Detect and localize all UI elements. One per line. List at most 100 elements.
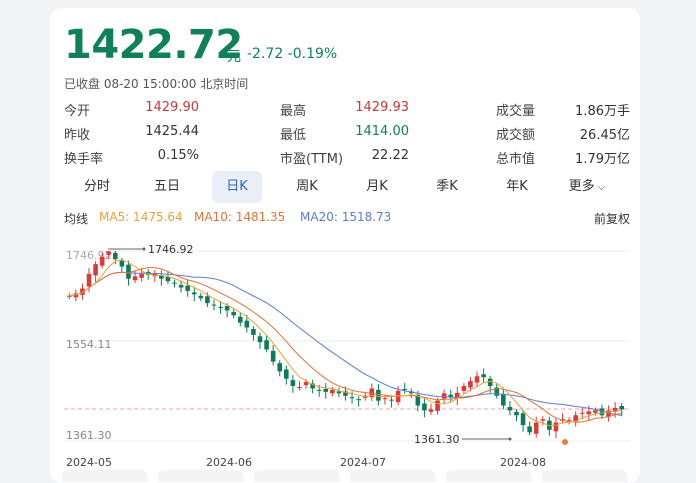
candle-body[interactable] bbox=[172, 282, 177, 284]
stat-label: 市盈(TTM) bbox=[280, 152, 344, 167]
tab-period[interactable]: 季K bbox=[422, 171, 472, 203]
candle-body[interactable] bbox=[185, 285, 190, 291]
stat-value: 1429.93 bbox=[355, 100, 409, 115]
candle-body[interactable] bbox=[106, 251, 112, 255]
period-tabs: 分时 五日 日K 周K 月K 季K 年K 更多 ⌵ bbox=[64, 171, 630, 205]
bottom-tab[interactable] bbox=[350, 470, 436, 482]
candle-body[interactable] bbox=[461, 386, 467, 391]
candle-body[interactable] bbox=[448, 394, 454, 397]
price-change: -2.72 -0.19% bbox=[247, 46, 337, 62]
bottom-tab[interactable] bbox=[158, 470, 244, 482]
stats-row: 昨收 1425.44 最低 1414.00 成交额 26.45亿 bbox=[64, 124, 630, 143]
candle-body[interactable] bbox=[277, 363, 283, 372]
tab-period[interactable]: 分时 bbox=[72, 171, 122, 203]
bottom-tab[interactable] bbox=[542, 470, 628, 482]
tab-period[interactable]: 周K bbox=[282, 171, 332, 203]
adjust-button[interactable]: 前复权 bbox=[594, 210, 630, 227]
stat-value: 1425.44 bbox=[145, 124, 199, 139]
stats-row: 今开 1429.90 最高 1429.93 成交量 1.86万手 bbox=[64, 100, 630, 119]
stats-row: 换手率 0.15% 市盈(TTM) 22.22 总市值 1.79万亿 bbox=[64, 148, 630, 167]
tab-period[interactable]: 五日 bbox=[142, 171, 192, 203]
candle-body[interactable] bbox=[441, 393, 447, 399]
stat-label: 总市值 bbox=[496, 152, 536, 167]
candle-body[interactable] bbox=[553, 422, 559, 432]
candle-body[interactable] bbox=[297, 386, 302, 388]
candle-body[interactable] bbox=[257, 336, 263, 343]
tab-label: 日K bbox=[226, 179, 248, 194]
price-unit: 元 bbox=[227, 49, 241, 65]
candle-body[interactable] bbox=[487, 378, 493, 387]
candle-body[interactable] bbox=[382, 398, 388, 400]
tab-label: 五日 bbox=[153, 179, 180, 194]
candle-body[interactable] bbox=[251, 328, 256, 335]
quote-card: 1422.72 元 -2.72 -0.19% 已收盘 08-20 15:00:0… bbox=[50, 8, 640, 483]
candle-body[interactable] bbox=[428, 409, 434, 412]
tab-period[interactable]: 月K bbox=[352, 171, 402, 203]
change-value: -2.72 bbox=[247, 46, 284, 62]
candle-body[interactable] bbox=[579, 412, 585, 414]
candle-body[interactable] bbox=[191, 292, 197, 295]
candle-body[interactable] bbox=[422, 403, 427, 411]
candle-body[interactable] bbox=[507, 406, 513, 411]
candle-body[interactable] bbox=[119, 260, 125, 267]
candle-body[interactable] bbox=[113, 252, 118, 260]
ma10-value: MA10: 1481.35 bbox=[194, 210, 286, 224]
candle-body[interactable] bbox=[402, 388, 407, 390]
candle-body[interactable] bbox=[501, 393, 506, 406]
candle-body[interactable] bbox=[376, 389, 381, 401]
x-tick-may: 2024-05 bbox=[66, 456, 112, 469]
y-tick-bottom: 1361.30 bbox=[66, 429, 112, 442]
candle-body[interactable] bbox=[323, 388, 329, 392]
candle-body[interactable] bbox=[290, 380, 296, 387]
candle-body[interactable] bbox=[520, 413, 526, 426]
bottom-tab[interactable] bbox=[254, 470, 340, 482]
candle-body[interactable] bbox=[356, 399, 361, 401]
candle-body[interactable] bbox=[316, 389, 322, 391]
candle-body[interactable] bbox=[231, 311, 237, 316]
tab-period[interactable]: 更多 ⌵ bbox=[562, 171, 612, 203]
event-marker[interactable] bbox=[562, 439, 568, 445]
candle-body[interactable] bbox=[237, 316, 243, 323]
candle-body[interactable] bbox=[126, 264, 131, 279]
candle-body[interactable] bbox=[349, 397, 355, 399]
candle-body[interactable] bbox=[435, 400, 440, 411]
tab-period[interactable]: 年K bbox=[492, 171, 542, 203]
high-dot bbox=[142, 247, 146, 251]
candle-body[interactable] bbox=[264, 340, 269, 350]
kline-chart[interactable]: 1746.92 1554.11 1361.30 1746.92 1361.30 … bbox=[50, 236, 640, 476]
candle-body[interactable] bbox=[93, 264, 98, 276]
candle-body[interactable] bbox=[303, 382, 309, 386]
candle-body[interactable] bbox=[527, 426, 532, 433]
candle-body[interactable] bbox=[178, 285, 184, 288]
candle-body[interactable] bbox=[481, 374, 486, 378]
stat-value: 1429.90 bbox=[145, 100, 199, 115]
tab-period[interactable]: 日K bbox=[212, 171, 262, 203]
candle-body[interactable] bbox=[474, 376, 480, 383]
candle-body[interactable] bbox=[270, 350, 276, 362]
candle-body[interactable] bbox=[224, 306, 230, 311]
candle-body[interactable] bbox=[330, 389, 335, 394]
candle-body[interactable] bbox=[218, 307, 223, 309]
candle-body[interactable] bbox=[586, 411, 592, 415]
bottom-tab[interactable] bbox=[446, 470, 532, 482]
candle-body[interactable] bbox=[619, 405, 625, 410]
candle-body[interactable] bbox=[244, 320, 250, 328]
stat-value: 1.79万亿 bbox=[575, 152, 630, 167]
candle-body[interactable] bbox=[139, 273, 144, 278]
candle-body[interactable] bbox=[284, 369, 289, 379]
candle-body[interactable] bbox=[198, 295, 204, 299]
bottom-tab[interactable] bbox=[62, 470, 148, 482]
low-dot bbox=[508, 437, 512, 441]
candle-body[interactable] bbox=[514, 411, 519, 416]
candle-body[interactable] bbox=[99, 256, 105, 266]
candle-body[interactable] bbox=[540, 419, 546, 421]
candle-body[interactable] bbox=[533, 422, 539, 434]
candle-body[interactable] bbox=[205, 296, 210, 304]
candle-body[interactable] bbox=[468, 381, 473, 388]
candle-body[interactable] bbox=[211, 304, 217, 306]
candle-body[interactable] bbox=[593, 410, 598, 413]
candle-body[interactable] bbox=[86, 273, 92, 287]
candle-body[interactable] bbox=[389, 399, 394, 401]
stat-label: 昨收 bbox=[64, 128, 91, 143]
candle-body[interactable] bbox=[132, 276, 138, 281]
